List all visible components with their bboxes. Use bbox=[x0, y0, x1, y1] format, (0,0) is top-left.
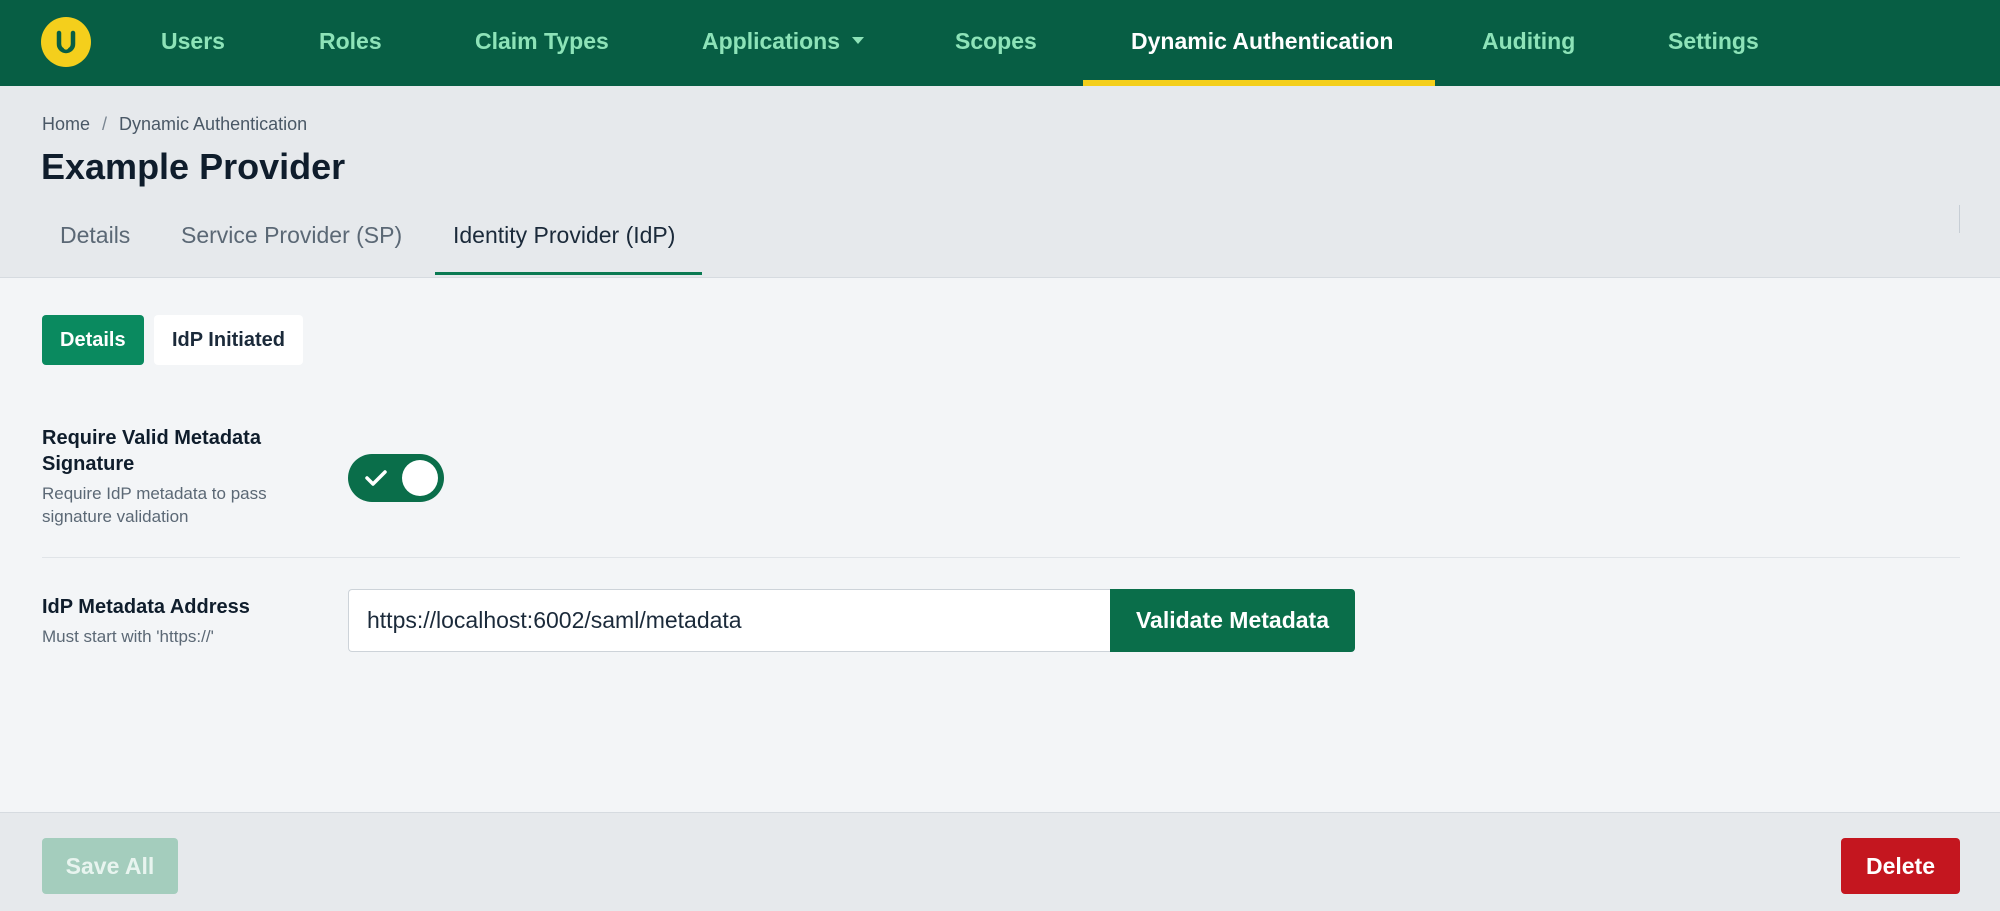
validate-metadata-button[interactable]: Validate Metadata bbox=[1110, 589, 1355, 652]
require-signature-help: Require IdP metadata to pass signature v… bbox=[42, 484, 267, 526]
chevron-down-icon bbox=[852, 37, 865, 45]
breadcrumb-home[interactable]: Home bbox=[42, 114, 90, 134]
nav-item-claim-types[interactable]: Claim Types bbox=[475, 0, 609, 86]
nav-item-users[interactable]: Users bbox=[161, 0, 225, 86]
page-title: Example Provider bbox=[41, 146, 346, 187]
tab-details[interactable]: Details bbox=[60, 222, 130, 249]
tab-identity-provider[interactable]: Identity Provider (IdP) bbox=[453, 222, 675, 249]
delete-button[interactable]: Delete bbox=[1841, 838, 1960, 894]
row-divider bbox=[42, 557, 1960, 558]
active-tab-indicator bbox=[435, 272, 702, 275]
nav-item-roles[interactable]: Roles bbox=[319, 0, 382, 86]
nav-item-dynamic-authentication[interactable]: Dynamic Authentication bbox=[1131, 0, 1393, 86]
nav-item-applications-label: Applications bbox=[702, 28, 841, 54]
metadata-address-help: Must start with 'https://' bbox=[42, 627, 214, 646]
nav-item-settings[interactable]: Settings bbox=[1668, 0, 1759, 86]
footer-bar bbox=[0, 812, 2000, 911]
top-navigation: Users Roles Claim Types Applications Sco… bbox=[0, 0, 2000, 86]
require-signature-toggle[interactable] bbox=[348, 454, 444, 502]
metadata-address-input[interactable]: https://localhost:6002/saml/metadata bbox=[348, 589, 1112, 652]
nav-item-scopes[interactable]: Scopes bbox=[955, 0, 1037, 86]
metadata-address-label: IdP Metadata Address bbox=[42, 596, 250, 618]
toggle-knob bbox=[402, 460, 438, 496]
breadcrumb: Home / Dynamic Authentication bbox=[42, 114, 307, 135]
subtab-details[interactable]: Details bbox=[42, 315, 144, 365]
u-logo-icon[interactable] bbox=[41, 17, 91, 67]
tab-service-provider[interactable]: Service Provider (SP) bbox=[181, 222, 402, 249]
header-divider bbox=[1959, 205, 1960, 233]
nav-item-applications[interactable]: Applications bbox=[702, 0, 865, 86]
require-signature-label: Require Valid Metadata Signature bbox=[42, 427, 261, 475]
breadcrumb-separator: / bbox=[102, 114, 108, 134]
save-all-button[interactable]: Save All bbox=[42, 838, 178, 894]
subtab-idp-initiated[interactable]: IdP Initiated bbox=[154, 315, 303, 365]
nav-item-auditing[interactable]: Auditing bbox=[1482, 0, 1575, 86]
check-icon bbox=[365, 470, 387, 486]
breadcrumb-current[interactable]: Dynamic Authentication bbox=[119, 114, 307, 134]
